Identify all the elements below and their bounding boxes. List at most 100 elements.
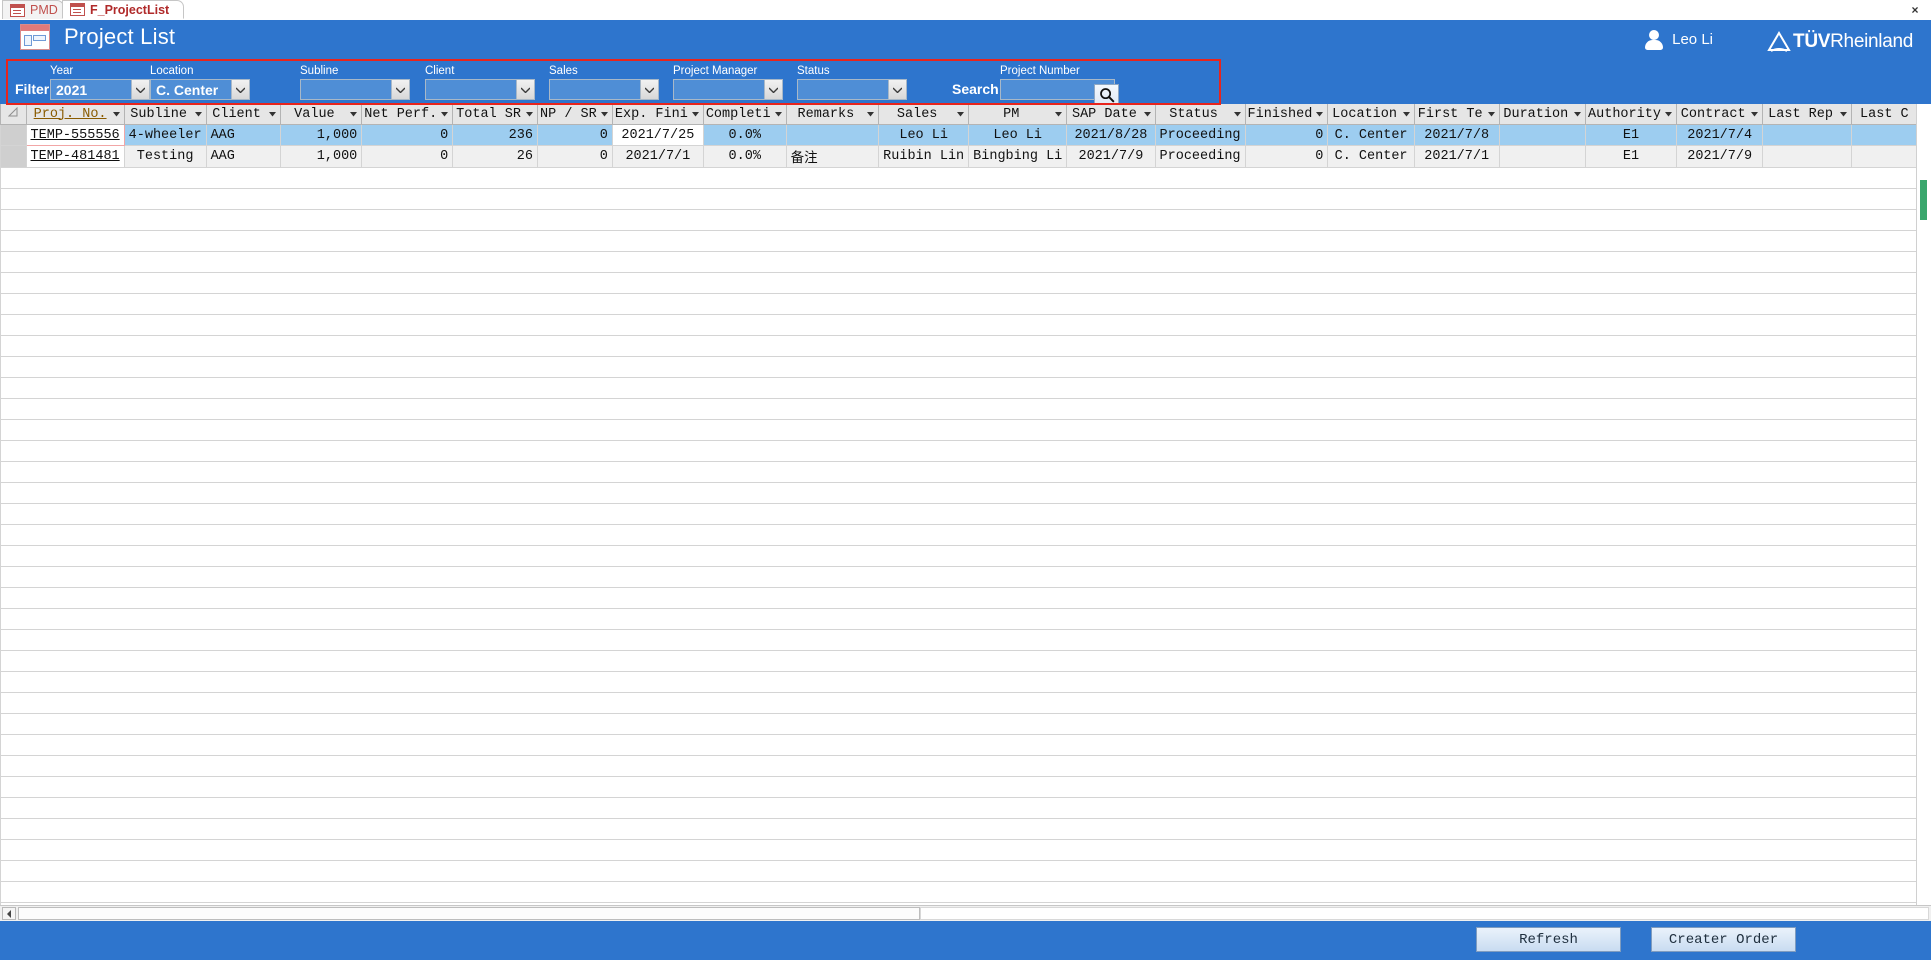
chevron-down-icon[interactable] <box>1053 111 1064 117</box>
column-header-label: Contract <box>1680 106 1746 122</box>
table-row[interactable]: TEMP-481481 Testing AAG 1,000 0 26 0 2021/7/1 0.… <box>0 145 1931 168</box>
chevron-down-icon[interactable] <box>516 80 534 99</box>
project-number-link[interactable]: TEMP-555556 <box>25 124 125 146</box>
sales-combo[interactable] <box>549 79 659 100</box>
location-combo[interactable]: C. Center <box>150 79 250 100</box>
close-icon[interactable]: × <box>1907 2 1923 18</box>
column-header-subline[interactable]: Subline <box>123 104 207 125</box>
chevron-down-icon[interactable] <box>391 80 409 99</box>
current-user[interactable]: Leo Li <box>1645 30 1713 50</box>
refresh-button[interactable]: Refresh <box>1476 927 1621 952</box>
horizontal-scrollbar[interactable] <box>0 905 1931 921</box>
column-header-location[interactable]: Location <box>1327 104 1415 125</box>
status-combo[interactable] <box>797 79 907 100</box>
chevron-down-icon[interactable] <box>865 111 876 117</box>
project-grid[interactable]: Proj. No. Subline Client Value Net Perf. Tota… <box>0 104 1931 905</box>
vertical-scrollbar-thumb[interactable] <box>1920 180 1927 220</box>
column-header-last-rep[interactable]: Last Rep <box>1762 104 1852 125</box>
year-combo[interactable]: 2021 <box>50 79 150 100</box>
column-header-label: Completi <box>705 106 771 122</box>
table-cell <box>1762 124 1852 146</box>
chevron-down-icon[interactable] <box>1314 111 1325 117</box>
column-header-np-sr[interactable]: NP / SR <box>536 104 613 125</box>
table-cell: C. Center <box>1327 124 1415 146</box>
search-label: Search <box>952 81 999 97</box>
row-selector[interactable] <box>0 124 27 146</box>
column-header-status[interactable]: Status <box>1154 104 1246 125</box>
chevron-down-icon[interactable] <box>773 111 784 117</box>
table-row[interactable]: TEMP-555556 4-wheeler AAG 1,000 0 236 0 2021/7/… <box>0 124 1931 146</box>
empty-cell <box>0 566 1931 588</box>
chevron-down-icon[interactable] <box>131 80 149 99</box>
search-button[interactable] <box>1094 84 1119 106</box>
project-number-link[interactable]: TEMP-481481 <box>25 145 125 168</box>
column-header-value[interactable]: Value <box>279 104 363 125</box>
column-header-proj-no[interactable]: Proj. No. <box>25 104 125 125</box>
empty-cell <box>0 608 1931 630</box>
row-selector[interactable] <box>0 145 27 168</box>
column-header-authority[interactable]: Authority <box>1585 104 1677 125</box>
chevron-down-icon[interactable] <box>111 111 122 117</box>
chevron-down-icon[interactable] <box>764 80 782 99</box>
chevron-down-icon[interactable] <box>1838 111 1849 117</box>
chevron-down-icon[interactable] <box>231 80 249 99</box>
chevron-down-icon[interactable] <box>1142 111 1153 117</box>
chevron-down-icon[interactable] <box>888 80 906 99</box>
creater-order-button[interactable]: Creater Order <box>1651 927 1796 952</box>
column-header-contract[interactable]: Contract <box>1675 104 1764 125</box>
chevron-down-icon[interactable] <box>524 111 535 117</box>
chevron-down-icon[interactable] <box>1749 111 1760 117</box>
horizontal-scrollbar-thumb[interactable] <box>18 907 920 920</box>
chevron-down-icon[interactable] <box>1232 111 1243 117</box>
chevron-down-icon[interactable] <box>1401 111 1412 117</box>
column-header-sap-date[interactable]: SAP Date <box>1066 104 1156 125</box>
empty-cell <box>0 272 1931 294</box>
chevron-down-icon[interactable] <box>690 111 701 117</box>
chevron-down-icon[interactable] <box>1663 111 1674 117</box>
empty-row <box>0 629 1931 651</box>
column-header-finished[interactable]: Finished <box>1244 104 1329 125</box>
column-header-completi[interactable]: Completi <box>702 104 787 125</box>
tab-f-projectlist[interactable]: F_ProjectList <box>62 0 184 19</box>
empty-row <box>0 356 1931 378</box>
chevron-left-icon[interactable] <box>2 907 16 920</box>
column-header-pm[interactable]: PM <box>968 104 1068 125</box>
empty-cell <box>0 335 1931 357</box>
project-manager-combo[interactable] <box>673 79 783 100</box>
chevron-down-icon[interactable] <box>955 111 966 117</box>
chevron-down-icon[interactable] <box>599 111 610 117</box>
chevron-down-icon[interactable] <box>348 111 359 117</box>
chevron-down-icon[interactable] <box>640 80 658 99</box>
column-header-duration[interactable]: Duration <box>1498 104 1587 125</box>
column-header-label: Last Rep <box>1768 106 1833 122</box>
client-combo[interactable] <box>425 79 535 100</box>
user-name-label: Leo Li <box>1672 31 1713 48</box>
client-value <box>426 80 516 99</box>
column-header-client[interactable]: Client <box>205 104 281 125</box>
column-header-first-te[interactable]: First Te <box>1413 104 1500 125</box>
chevron-down-icon[interactable] <box>1486 111 1497 117</box>
table-cell: 2021/7/8 <box>1413 124 1500 146</box>
column-header-total-sr[interactable]: Total SR <box>452 104 538 125</box>
table-cell: 2021/7/1 <box>1413 145 1500 168</box>
chevron-down-icon[interactable] <box>1572 111 1583 117</box>
vertical-scrollbar[interactable] <box>1916 104 1931 905</box>
column-header-net-perf[interactable]: Net Perf. <box>361 104 454 125</box>
chevron-down-icon[interactable] <box>193 111 204 117</box>
column-header-sales[interactable]: Sales <box>878 104 970 125</box>
form-icon <box>10 3 25 17</box>
select-all-corner[interactable] <box>0 104 27 125</box>
empty-row <box>0 524 1931 546</box>
tab-pmd[interactable]: PMD <box>2 0 64 19</box>
chevron-down-icon[interactable] <box>439 111 450 117</box>
chevron-down-icon[interactable] <box>267 111 278 117</box>
column-header-label: Status <box>1169 106 1218 122</box>
user-avatar-icon <box>1645 30 1664 50</box>
column-header-remarks[interactable]: Remarks <box>785 104 880 125</box>
table-cell: 2021/8/28 <box>1066 124 1156 146</box>
empty-row <box>0 272 1931 294</box>
empty-cell <box>0 755 1931 777</box>
column-header-exp-fini[interactable]: Exp. Fini <box>611 104 704 125</box>
horizontal-scrollbar-track[interactable] <box>920 907 1929 920</box>
subline-combo[interactable] <box>300 79 410 100</box>
